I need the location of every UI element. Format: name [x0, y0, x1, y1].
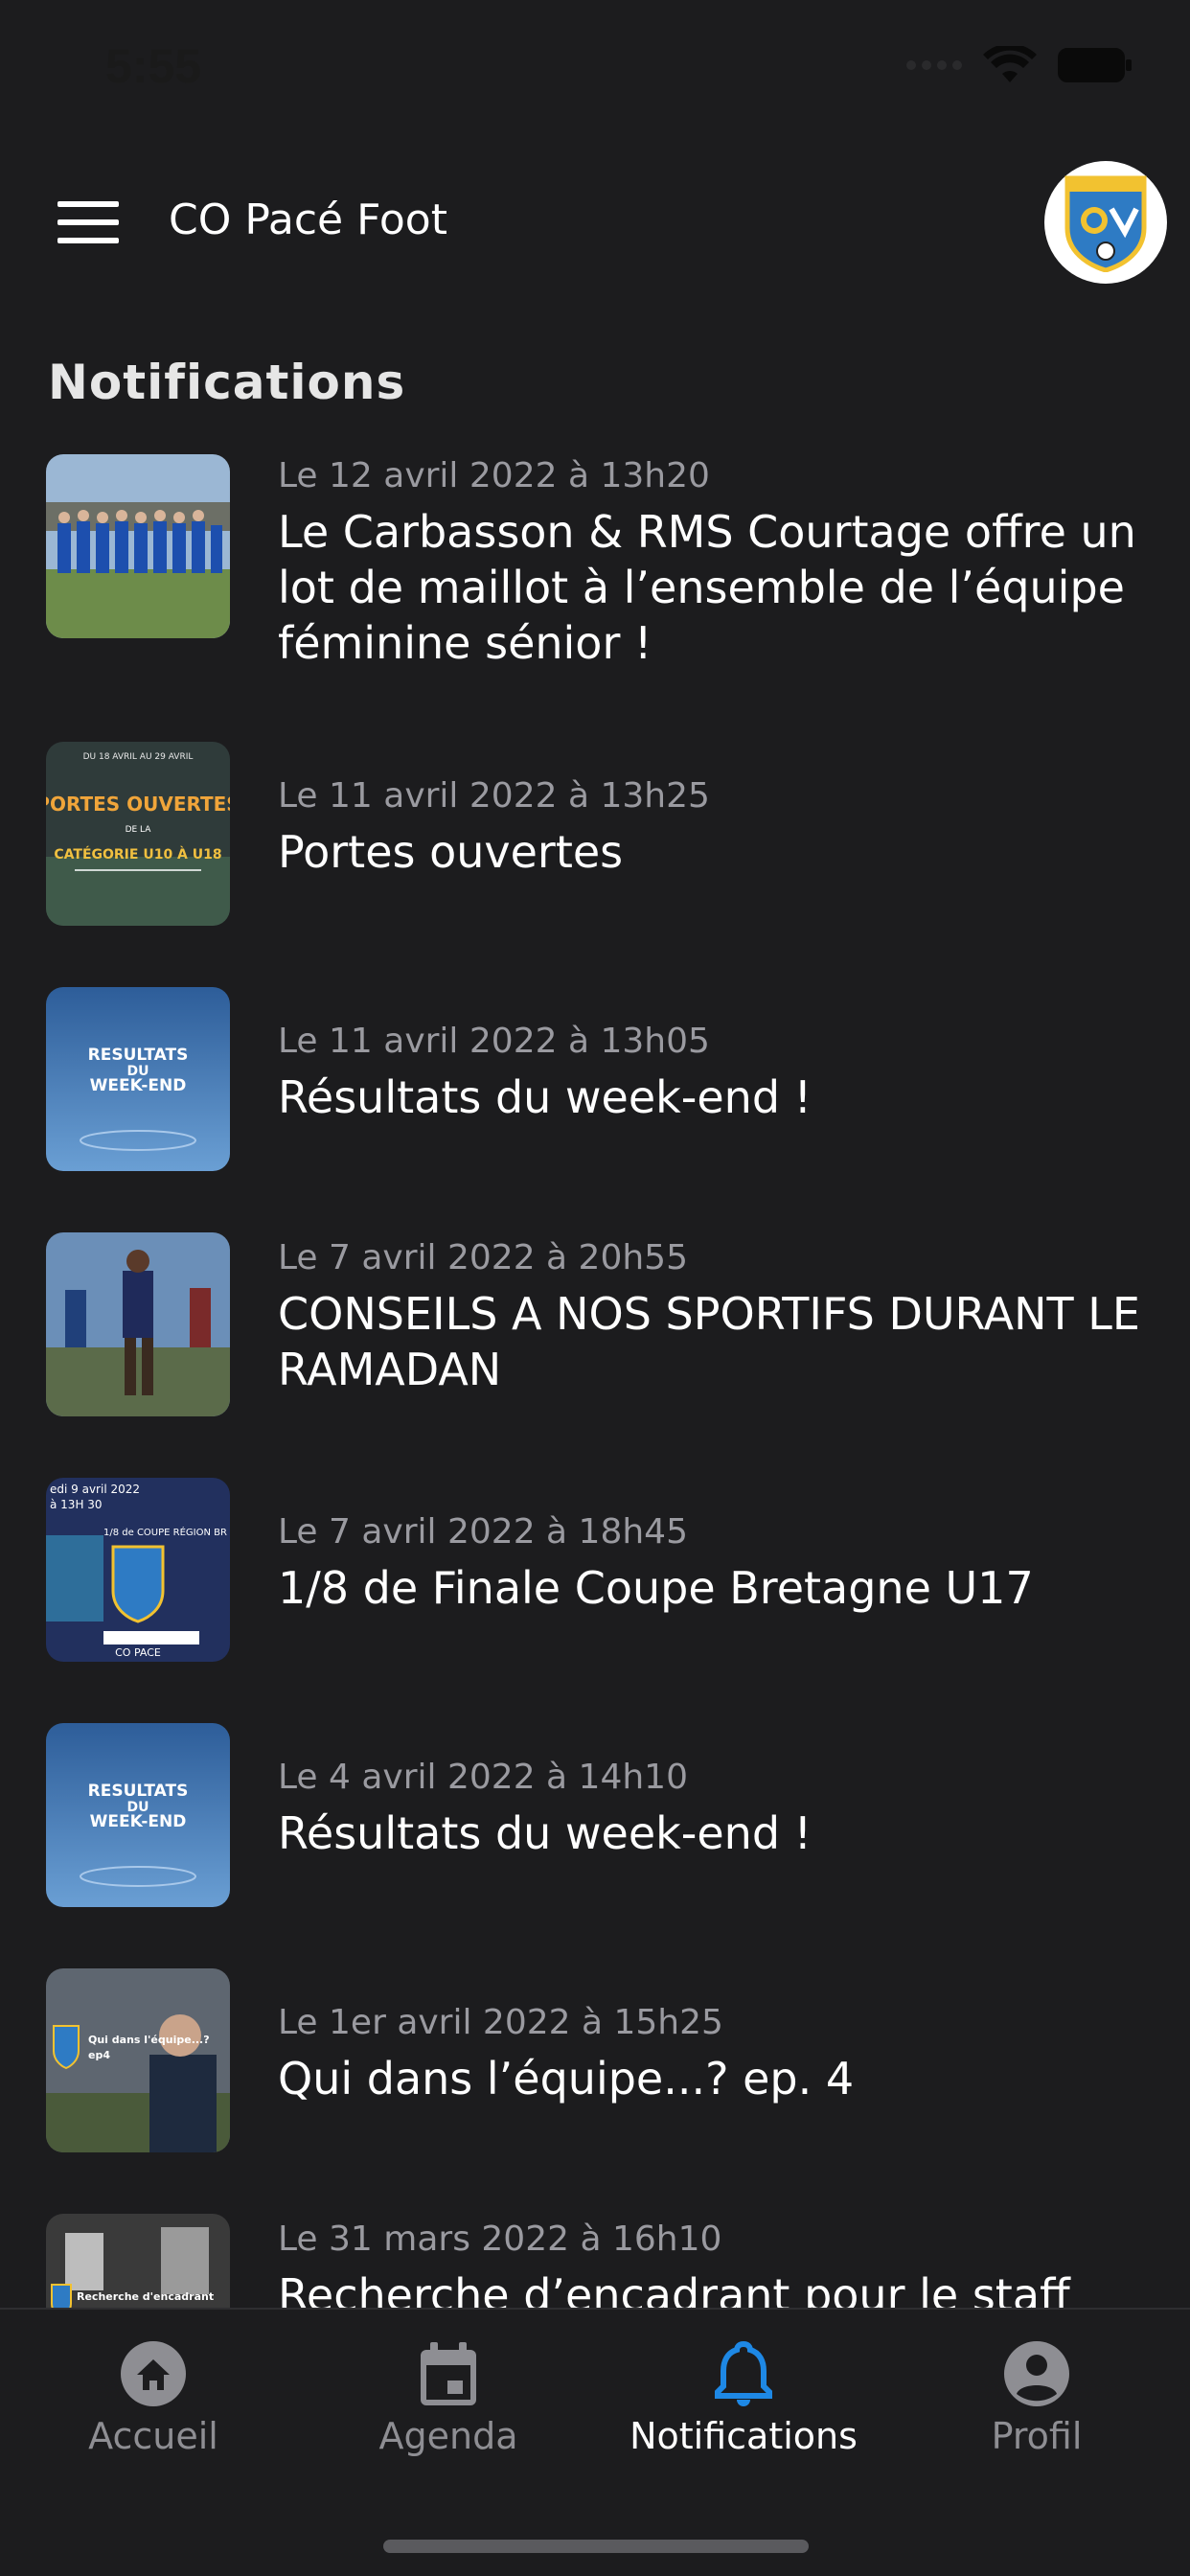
notification-title: Portes ouvertes [278, 826, 624, 878]
svg-text:1/8 de COUPE RÉGION BR: 1/8 de COUPE RÉGION BR [103, 1526, 227, 1538]
notification-item[interactable]: RESULTATS DU WEEK-END Le 11 avril 2022 à… [0, 983, 1190, 1229]
svg-text:WEEK-END: WEEK-END [90, 1812, 187, 1831]
status-icons [906, 46, 1133, 84]
notification-item[interactable]: Le 12 avril 2022 à 13h20 Le Carbasson & … [0, 450, 1190, 738]
notification-date: Le 31 mars 2022 à 16h10 [278, 2220, 722, 2259]
notification-thumbnail: DU 18 AVRIL AU 29 AVRIL PORTES OUVERTES … [46, 742, 230, 926]
svg-text:à 13H 30: à 13H 30 [50, 1498, 103, 1511]
bottom-tab-bar: Accueil Agenda Notifications Profil [0, 2308, 1190, 2576]
notification-item[interactable]: RESULTATS DU WEEK-END Le 4 avril 2022 à … [0, 1719, 1190, 1965]
wifi-icon [983, 46, 1037, 82]
notification-item[interactable]: Le 7 avril 2022 à 20h55 CONSEILS A NOS S… [0, 1229, 1190, 1474]
notification-title: Résultats du week-end ! [278, 1807, 812, 1859]
notification-item[interactable]: edi 9 avril 2022 à 13H 30 1/8 de COUPE R… [0, 1474, 1190, 1719]
notification-date: Le 4 avril 2022 à 14h10 [278, 1758, 688, 1797]
notification-thumbnail: Qui dans l'équipe...? ep4 [46, 1968, 230, 2152]
notification-date: Le 11 avril 2022 à 13h25 [278, 776, 710, 816]
cellular-signal-icon [906, 60, 962, 70]
svg-text:ep4: ep4 [88, 2049, 110, 2061]
notification-date: Le 11 avril 2022 à 13h05 [278, 1022, 710, 1061]
app-bar: CO Pacé Foot [0, 153, 1190, 288]
notification-item[interactable]: Qui dans l'équipe...? ep4 Le 1er avril 2… [0, 1965, 1190, 2210]
svg-text:PORTES OUVERTES: PORTES OUVERTES [46, 793, 230, 816]
notification-title: CONSEILS A NOS SPORTIFS DURANT LE RAMADA… [278, 1288, 1140, 1395]
notification-item[interactable]: DU 18 AVRIL AU 29 AVRIL PORTES OUVERTES … [0, 738, 1190, 983]
notification-title: Le Carbasson & RMS Courtage offre un lot… [278, 506, 1136, 669]
battery-icon [1058, 48, 1132, 82]
club-crest-icon [1064, 175, 1147, 272]
notification-thumbnail: RESULTATS DU WEEK-END [46, 987, 230, 1171]
svg-text:DU 18 AVRIL AU 29 AVRIL: DU 18 AVRIL AU 29 AVRIL [83, 752, 194, 762]
tab-label: Profil [991, 2415, 1083, 2457]
tab-label: Notifications [629, 2415, 858, 2457]
tab-accueil[interactable]: Accueil [10, 2338, 297, 2482]
bell-icon [715, 2340, 772, 2406]
tab-profil[interactable]: Profil [893, 2338, 1180, 2482]
svg-text:RESULTATS: RESULTATS [88, 1782, 189, 1801]
notification-date: Le 7 avril 2022 à 18h45 [278, 1512, 688, 1552]
tab-notifications[interactable]: Notifications [600, 2338, 887, 2482]
calendar-icon [421, 2342, 476, 2405]
svg-text:CO PACE: CO PACE [115, 1646, 161, 1659]
notification-thumbnail: RESULTATS DU WEEK-END [46, 1723, 230, 1907]
notification-item[interactable]: Recherche d'encadrant Le 31 mars 2022 à … [0, 2210, 1190, 2310]
page-title: Notifications [48, 355, 406, 410]
svg-text:WEEK-END: WEEK-END [90, 1076, 187, 1095]
notification-title: Recherche d’encadrant pour le staff [278, 2269, 1070, 2310]
notification-title: Qui dans l’équipe...? ep. 4 [278, 2053, 855, 2104]
tab-label: Agenda [378, 2415, 518, 2457]
notification-thumbnail: edi 9 avril 2022 à 13H 30 1/8 de COUPE R… [46, 1478, 230, 1662]
account-icon [1004, 2341, 1069, 2406]
menu-icon[interactable] [57, 201, 119, 243]
home-indicator[interactable] [383, 2540, 809, 2553]
tab-agenda[interactable]: Agenda [305, 2338, 592, 2482]
status-bar: 5:55 [0, 0, 1190, 134]
svg-text:RESULTATS: RESULTATS [88, 1046, 189, 1065]
club-logo[interactable] [1044, 161, 1167, 284]
notification-thumbnail: Recherche d'encadrant [46, 2214, 230, 2310]
notification-date: Le 7 avril 2022 à 20h55 [278, 1238, 688, 1277]
tab-label: Accueil [88, 2415, 218, 2457]
status-time: 5:55 [105, 39, 202, 93]
notification-thumbnail [46, 1232, 230, 1416]
svg-text:CATÉGORIE U10 À U18: CATÉGORIE U10 À U18 [54, 846, 221, 862]
notifications-list[interactable]: Le 12 avril 2022 à 13h20 Le Carbasson & … [0, 450, 1190, 2310]
notification-title: Résultats du week-end ! [278, 1071, 812, 1123]
svg-text:DE LA: DE LA [126, 825, 152, 835]
notification-date: Le 1er avril 2022 à 15h25 [278, 2003, 723, 2042]
svg-text:Qui dans l'équipe...?: Qui dans l'équipe...? [88, 2034, 210, 2046]
svg-text:Recherche d'encadrant: Recherche d'encadrant [77, 2290, 214, 2303]
app-title: CO Pacé Foot [169, 196, 447, 244]
home-icon [121, 2341, 186, 2406]
notification-date: Le 12 avril 2022 à 13h20 [278, 456, 710, 495]
notification-title: 1/8 de Finale Coupe Bretagne U17 [278, 1562, 1034, 1614]
notification-thumbnail [46, 454, 230, 638]
svg-text:edi 9 avril 2022: edi 9 avril 2022 [50, 1483, 140, 1496]
